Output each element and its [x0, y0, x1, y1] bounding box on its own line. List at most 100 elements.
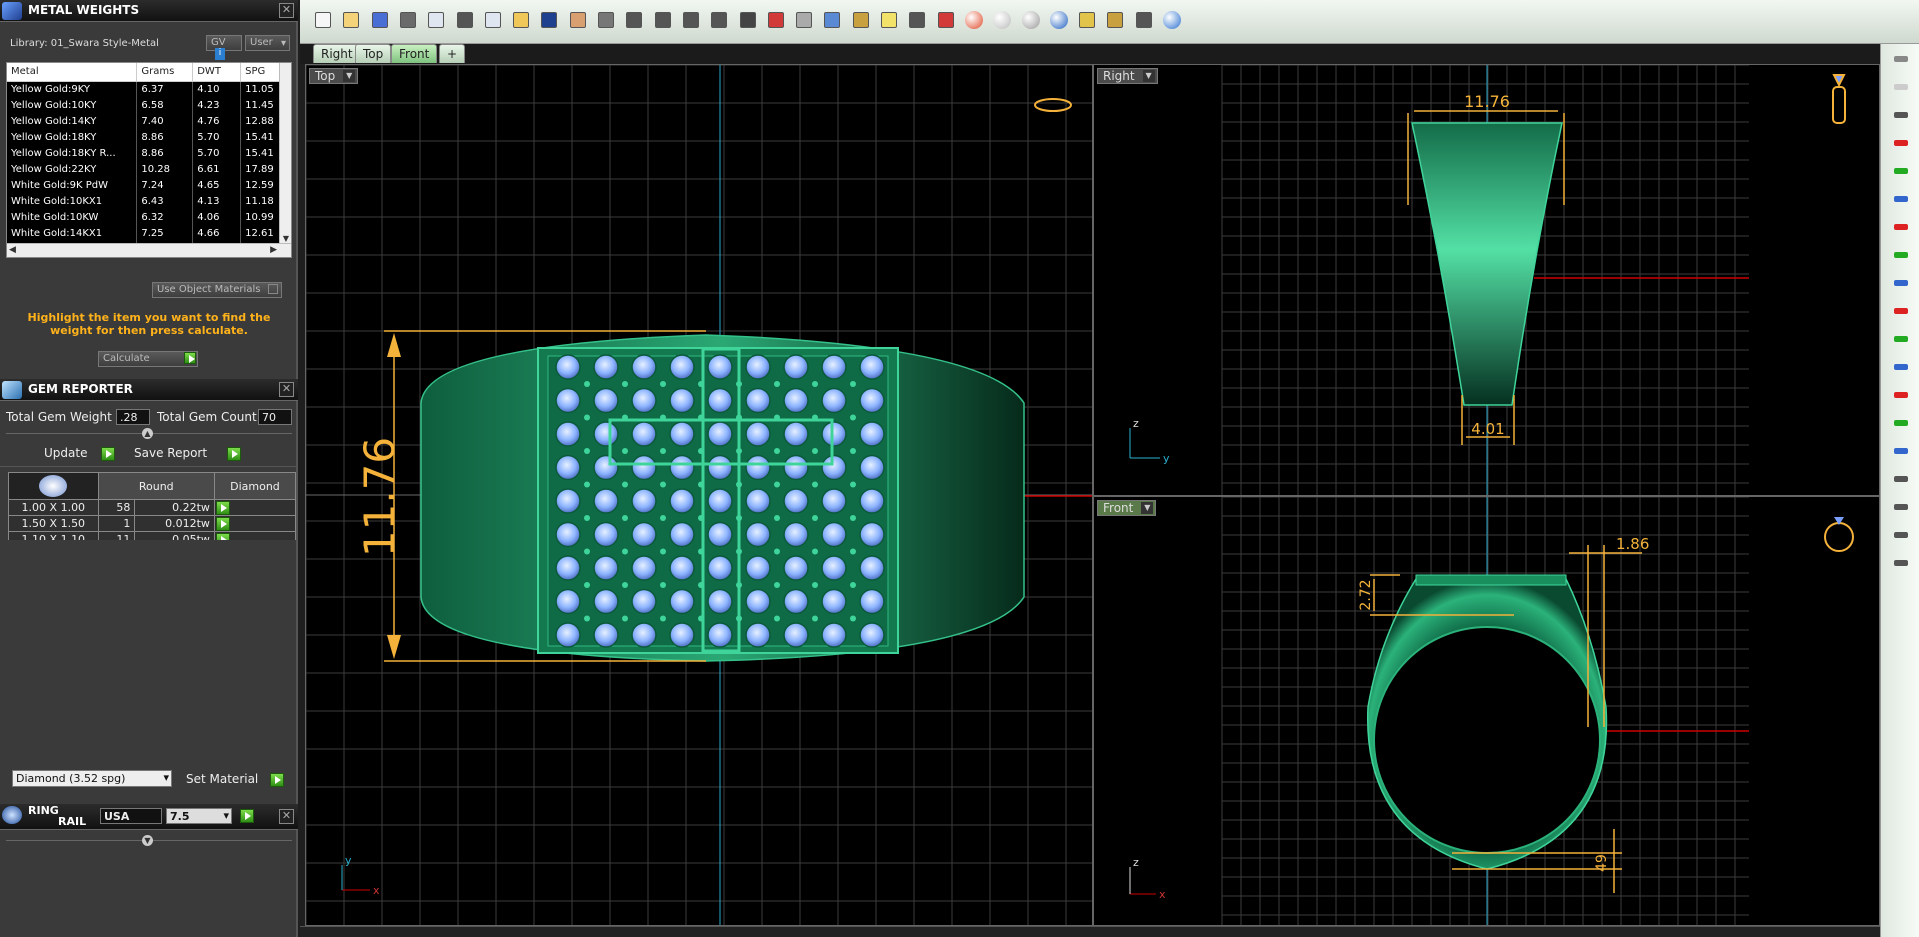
- set-material-button[interactable]: Set Material: [186, 772, 285, 787]
- move-icon[interactable]: [595, 9, 617, 31]
- car-icon[interactable]: [765, 9, 787, 31]
- sphere-icon[interactable]: [1891, 106, 1911, 124]
- user-dropdown[interactable]: User ▾: [245, 35, 290, 51]
- table-row[interactable]: Yellow Gold:18KY 8.86 5.70 15.41: [7, 129, 291, 145]
- total-gem-count-field[interactable]: 70: [258, 409, 292, 425]
- table-row[interactable]: White Gold:14KX1 7.25 4.66 12.61: [7, 225, 291, 241]
- save-icon[interactable]: [369, 9, 391, 31]
- arrow-down-left-icon[interactable]: [1891, 274, 1911, 292]
- top-view-canvas[interactable]: 11.76 x y: [306, 65, 1093, 926]
- open-icon[interactable]: [340, 9, 362, 31]
- zoom-window-icon[interactable]: [652, 9, 674, 31]
- new-icon[interactable]: [312, 9, 334, 31]
- gray-sphere-icon[interactable]: [1020, 9, 1042, 31]
- arrow-left-icon[interactable]: [1891, 218, 1911, 236]
- table-row[interactable]: Yellow Gold:9KY 6.37 4.10 11.05: [7, 81, 291, 97]
- copy-icon[interactable]: [482, 9, 504, 31]
- top-viewport[interactable]: 11.76 x y Top ▼: [305, 64, 1093, 926]
- gem-select-button[interactable]: [213, 515, 297, 532]
- arrow-up-down-icon[interactable]: [1891, 330, 1911, 348]
- table-row[interactable]: White Gold:9K PdW 7.24 4.65 12.59: [7, 177, 291, 193]
- tab-front[interactable]: Front: [391, 44, 438, 63]
- region-field[interactable]: USA: [100, 808, 162, 824]
- copy-doc-icon[interactable]: [425, 9, 447, 31]
- zoom-icon[interactable]: [623, 9, 645, 31]
- metal-table[interactable]: Metal Grams DWT SPG Yellow Gold:9KY 6.37 4.10…: [6, 62, 292, 258]
- arrow-down-icon[interactable]: [1891, 246, 1911, 264]
- arrow-left-right-icon[interactable]: [1891, 302, 1911, 320]
- ring-size-select[interactable]: 7.5 ▾: [166, 808, 232, 824]
- ring-side-profile[interactable]: [1411, 122, 1563, 406]
- top-view-label[interactable]: Top ▼: [309, 68, 359, 84]
- expand-icon[interactable]: ▼: [142, 835, 153, 846]
- scale-x-icon[interactable]: [1891, 386, 1911, 404]
- link-icon[interactable]: [793, 9, 815, 31]
- gears-icon[interactable]: [1104, 9, 1126, 31]
- zoom-selected-icon[interactable]: [708, 9, 730, 31]
- right-view-canvas[interactable]: 11.76 4.01 y z: [1094, 65, 1880, 496]
- gem-row[interactable]: 1.50 X 1.50 1 0.012tw: [8, 515, 297, 532]
- gem-select-button[interactable]: [213, 499, 297, 516]
- play-icon[interactable]: [240, 809, 254, 823]
- zoom-extents-icon[interactable]: [680, 9, 702, 31]
- calculate-button[interactable]: Calculate: [98, 351, 198, 367]
- column-header-dwt[interactable]: DWT: [192, 63, 242, 82]
- close-icon[interactable]: ✕: [279, 3, 294, 18]
- tab-add[interactable]: +: [439, 44, 466, 63]
- close-icon[interactable]: ✕: [279, 809, 294, 824]
- pan-icon[interactable]: [567, 9, 589, 31]
- lock-icon[interactable]: [906, 9, 928, 31]
- right-view-label[interactable]: Right ▼: [1097, 68, 1158, 84]
- scale-y-icon[interactable]: [1891, 414, 1911, 432]
- ring-front-icon[interactable]: [1824, 517, 1854, 552]
- ring-standing-icon[interactable]: [1832, 74, 1846, 124]
- use-object-materials-button[interactable]: Use Object Materials: [152, 282, 282, 298]
- column-header-metal[interactable]: Metal: [7, 63, 138, 82]
- eraser-icon[interactable]: [1891, 554, 1911, 572]
- arrow-right-icon[interactable]: [1891, 134, 1911, 152]
- arrow-up-icon[interactable]: [1891, 162, 1911, 180]
- material-select[interactable]: Diamond (3.52 spg) ▾: [12, 770, 172, 787]
- line-icon[interactable]: [1891, 498, 1911, 516]
- total-gem-weight-field[interactable]: .28: [116, 409, 150, 425]
- gem-row[interactable]: 1.00 X 1.00 58 0.22tw: [8, 499, 297, 516]
- shade-icon[interactable]: [991, 9, 1013, 31]
- snap-icon[interactable]: [821, 9, 843, 31]
- front-view-label[interactable]: Front ▼: [1097, 500, 1157, 516]
- slash-icon[interactable]: [1891, 526, 1911, 544]
- tab-right[interactable]: Right: [313, 44, 361, 63]
- book-icon[interactable]: [935, 9, 957, 31]
- close-icon[interactable]: ✕: [279, 382, 294, 397]
- tab-top[interactable]: Top: [355, 44, 392, 63]
- right-viewport[interactable]: 11.76 4.01 y z Right ▼: [1093, 64, 1880, 496]
- table-row[interactable]: Yellow Gold:18KY R... 8.86 5.70 15.41: [7, 145, 291, 161]
- light-icon[interactable]: [1891, 78, 1911, 96]
- scroll-down-icon[interactable]: ▼: [280, 234, 291, 243]
- front-view-canvas[interactable]: 2.72 1.86 49 x z: [1094, 497, 1880, 926]
- arrow-diagonal-icon[interactable]: [1891, 358, 1911, 376]
- transform-icon[interactable]: [1133, 9, 1155, 31]
- highlighter-icon[interactable]: [1076, 9, 1098, 31]
- arrow-up-right-icon[interactable]: [1891, 190, 1911, 208]
- render-icon[interactable]: [1891, 50, 1911, 68]
- light-icon[interactable]: [878, 9, 900, 31]
- blue-sphere-icon[interactable]: [1048, 9, 1070, 31]
- grid-icon[interactable]: [737, 9, 759, 31]
- collapse-icon[interactable]: ▲: [142, 428, 153, 439]
- curve-icon[interactable]: [1891, 470, 1911, 488]
- layers-icon[interactable]: [850, 9, 872, 31]
- front-viewport[interactable]: 2.72 1.86 49 x z Front ▼: [1093, 496, 1880, 926]
- update-button[interactable]: Update: [44, 446, 116, 461]
- column-header-grams[interactable]: Grams: [136, 63, 194, 82]
- paste-icon[interactable]: [510, 9, 532, 31]
- help-icon[interactable]: [1161, 9, 1183, 31]
- color-wheel-icon[interactable]: [963, 9, 985, 31]
- table-row[interactable]: Yellow Gold:14KY 7.40 4.76 12.88: [7, 113, 291, 129]
- scroll-right-icon[interactable]: ▶: [270, 245, 277, 255]
- table-row[interactable]: White Gold:10KX1 6.43 4.13 11.18: [7, 193, 291, 209]
- table-row[interactable]: Yellow Gold:22KY 10.28 6.61 17.89: [7, 161, 291, 177]
- table-row[interactable]: Yellow Gold:10KY 6.58 4.23 11.45: [7, 97, 291, 113]
- undo-icon[interactable]: [538, 9, 560, 31]
- cut-icon[interactable]: [454, 9, 476, 31]
- gem-thumbnail[interactable]: [8, 472, 99, 500]
